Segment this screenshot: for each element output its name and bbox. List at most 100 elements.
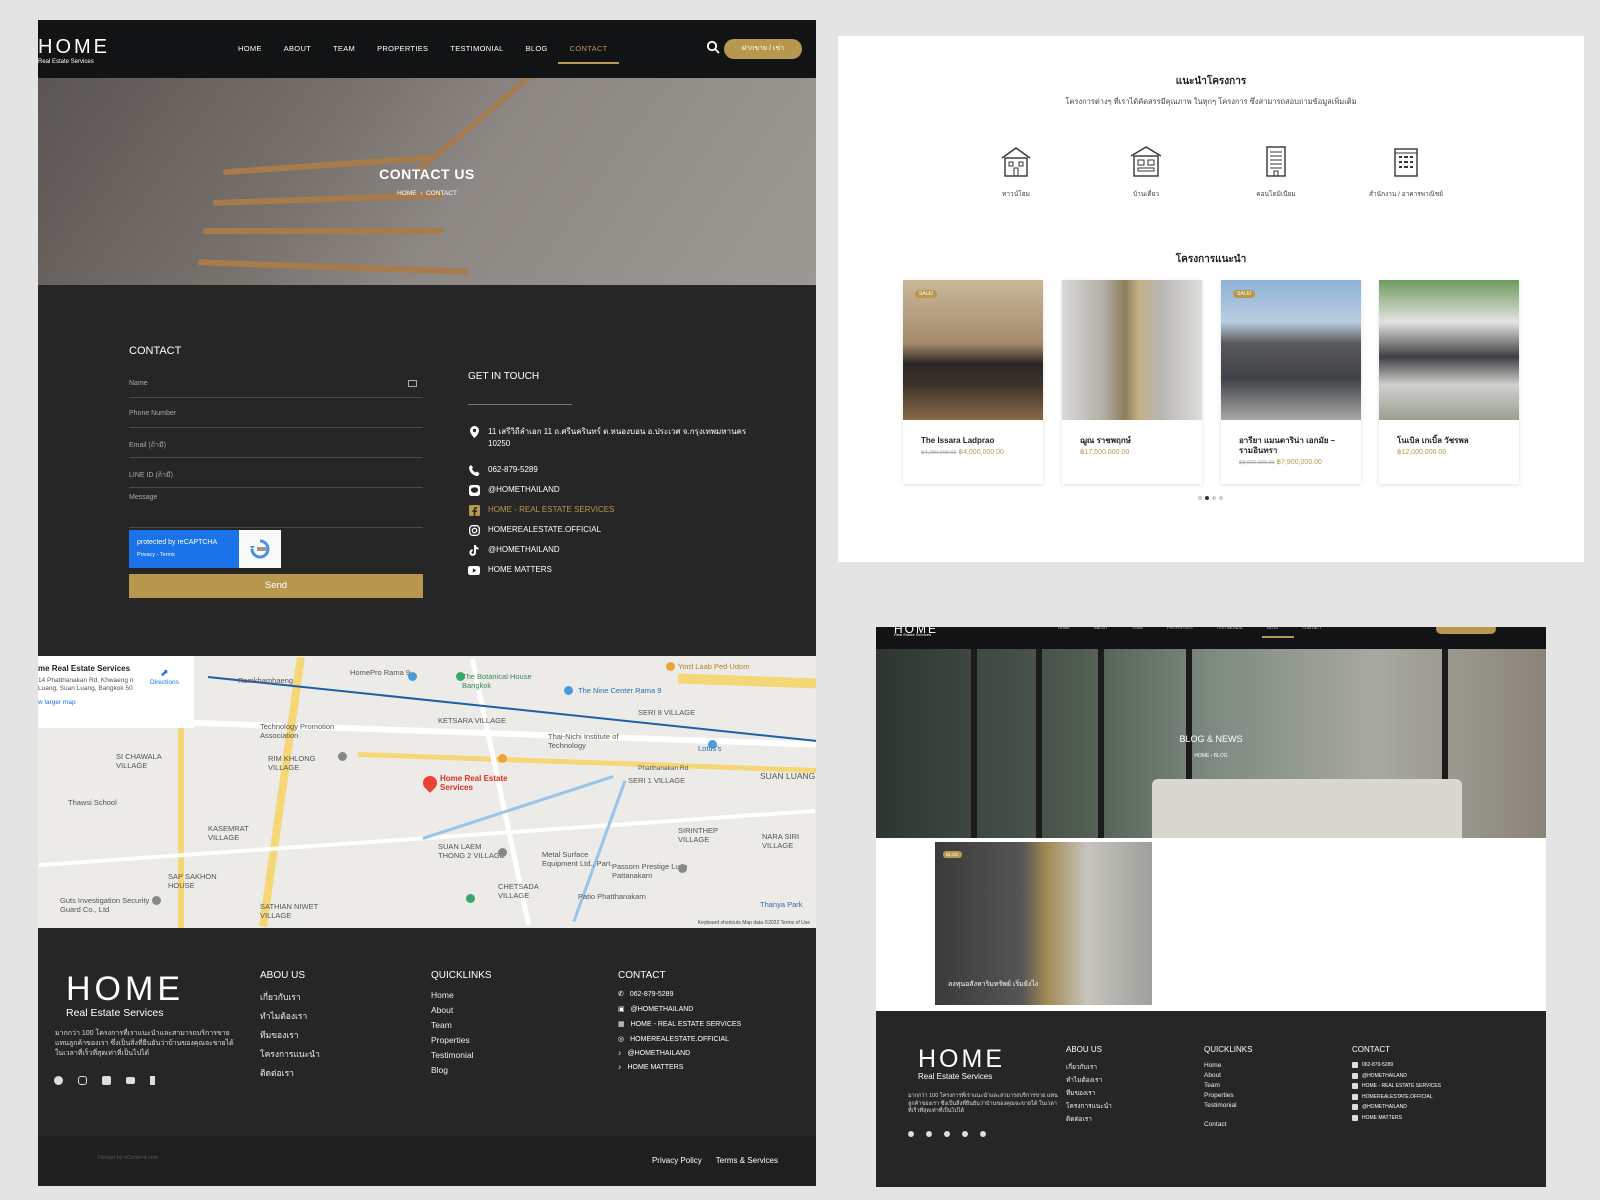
blog-tag: BLOG	[943, 851, 962, 858]
terms-link[interactable]: Terms & Services	[716, 1156, 778, 1165]
footer-description: มากกว่า 100 โครงการที่เราแนะนำและสามารถบ…	[908, 1093, 1058, 1114]
breadcrumb: HOME › CONTACT	[38, 190, 816, 197]
poi-marker[interactable]	[666, 662, 675, 671]
search-icon[interactable]	[706, 40, 720, 54]
design-credit[interactable]: Design by nContent.com	[98, 1155, 158, 1161]
recaptcha-badge[interactable]: protected by reCAPTCHA Privacy - Terms	[129, 530, 281, 568]
property-card[interactable]: SALE! อารียา แมนดาริน่า เอกมัย – รามอินท…	[1221, 280, 1361, 484]
footer-link[interactable]: About	[431, 1005, 492, 1015]
phone-item[interactable]: 062-879-5289	[468, 464, 768, 476]
footer-logo[interactable]: HOME Real Estate Services	[66, 970, 184, 1019]
handrail-decor	[415, 78, 541, 174]
footer-link[interactable]: ติดต่อเรา	[260, 1066, 320, 1080]
poi-marker[interactable]	[408, 672, 417, 681]
phone-icon	[1352, 1062, 1358, 1068]
footer-link[interactable]: Home	[431, 990, 492, 1000]
blog-post-card[interactable]: BLOG ลงทุนอสังหาริมทรัพย์ เริ่มยังไง	[935, 842, 1152, 1005]
footer-link[interactable]: Properties	[431, 1035, 492, 1045]
footer-link[interactable]: Team	[431, 1020, 492, 1030]
nav-contact[interactable]: CONTACT	[557, 20, 620, 78]
nav-blog[interactable]: BLOG	[526, 20, 548, 78]
youtube-icon[interactable]	[962, 1131, 968, 1137]
instagram-item[interactable]: HOMEREALESTATE.OFFICIAL	[468, 524, 768, 536]
breadcrumb-home[interactable]: HOME	[397, 190, 417, 197]
directions-link[interactable]: ⬈ Directions	[150, 668, 179, 686]
footer-contact-item[interactable]: ♪ HOME MATTERS	[618, 1064, 741, 1071]
privacy-policy-link[interactable]: Privacy Policy	[652, 1156, 702, 1165]
message-textarea[interactable]: Message	[129, 484, 423, 528]
carousel-dot[interactable]	[1219, 496, 1223, 500]
instagram-icon	[1352, 1093, 1358, 1100]
property-card[interactable]: SALE! The Issara Ladprao ฿4,200,000.00 ฿4…	[903, 280, 1043, 484]
carousel-dot[interactable]	[1212, 496, 1216, 500]
footer-link[interactable]: Testimonial	[431, 1050, 492, 1060]
category-office[interactable]: สำนักงาน / อาคารพาณิชย์	[1356, 144, 1456, 199]
footer-contact-item[interactable]: ▣ @HOMETHAILAND	[618, 1005, 741, 1014]
footer-link[interactable]: Blog	[431, 1065, 492, 1075]
nav-about[interactable]: ABOUT	[284, 20, 311, 78]
tiktok-item[interactable]: @HOMETHAILAND	[468, 544, 768, 556]
footer-contact-item[interactable]: ♪ @HOMETHAILAND	[618, 1050, 741, 1057]
property-card[interactable]: โนเบิล เกเบิ้ล วัชรพล ฿12,000,000.00	[1379, 280, 1519, 484]
nav-home[interactable]: HOME	[238, 20, 262, 78]
poi-marker[interactable]	[152, 896, 161, 905]
line-item[interactable]: @HOMETHAILAND	[468, 484, 768, 496]
instagram-icon[interactable]	[78, 1076, 87, 1085]
property-card[interactable]: ฌูณ ราชพฤกษ์ ฿17,500,000.00	[1062, 280, 1202, 484]
logo[interactable]: HOME Real Estate Services	[38, 36, 110, 65]
poi-marker[interactable]	[498, 848, 507, 857]
footer-link[interactable]: โครงการแนะนำ	[260, 1047, 320, 1061]
footer-link[interactable]: ทีมของเรา	[260, 1028, 320, 1042]
send-button[interactable]: Send	[129, 574, 423, 598]
facebook-icon[interactable]	[54, 1076, 63, 1085]
consign-button[interactable]: ฝากขาย / เช่า	[724, 39, 802, 59]
map-attribution[interactable]: Keyboard shortcuts Map data ©2022 Terms …	[698, 920, 810, 926]
poi-marker[interactable]	[498, 754, 507, 763]
poi-marker[interactable]	[338, 752, 347, 761]
instagram-icon[interactable]	[926, 1131, 932, 1137]
carousel-dot[interactable]	[1205, 496, 1209, 500]
poi-marker[interactable]	[456, 672, 465, 681]
phone-input[interactable]: Phone Number	[129, 400, 423, 428]
email-input[interactable]: Email (ถ้ามี)	[129, 430, 423, 458]
nav-properties[interactable]: PROPERTIES	[377, 20, 428, 78]
youtube-item[interactable]: HOME MATTERS	[468, 564, 768, 576]
poi-marker[interactable]	[466, 894, 475, 903]
poi-marker[interactable]	[708, 740, 717, 749]
poi-marker[interactable]	[564, 686, 573, 695]
footer-contact-item[interactable]: ▦ HOME - REAL ESTATE SERVICES	[618, 1020, 741, 1029]
footer-link[interactable]: เกี่ยวกับเรา	[260, 990, 320, 1004]
facebook-icon[interactable]	[908, 1131, 914, 1137]
carousel-dot[interactable]	[1198, 496, 1202, 500]
tiktok-icon[interactable]	[150, 1076, 155, 1085]
name-input[interactable]: Name	[129, 370, 423, 398]
category-townhome[interactable]: ทาวน์โฮม	[966, 144, 1066, 199]
youtube-icon[interactable]	[126, 1077, 135, 1084]
facebook-item[interactable]: HOME - REAL ESTATE SERVICES	[468, 504, 768, 516]
location-icon	[468, 426, 480, 438]
instagram-icon	[468, 524, 480, 536]
line-icon[interactable]	[102, 1076, 111, 1085]
footer-contact-item[interactable]: ◎ HOMEREALESTATE.OFFICIAL	[618, 1035, 741, 1044]
nav-team[interactable]: TEAM	[333, 20, 355, 78]
line-icon[interactable]	[944, 1131, 950, 1137]
nav-testimonial[interactable]: TESTIMONIAL	[450, 20, 503, 78]
footer-about-col: ABOU US เกี่ยวกับเรา ทำไมต้องเรา ทีมของเ…	[1066, 1045, 1112, 1123]
consign-button[interactable]	[1436, 627, 1496, 634]
house-icon	[1130, 146, 1162, 177]
tiktok-icon[interactable]	[980, 1131, 986, 1137]
category-condo[interactable]: คอนโดมิเนียม	[1226, 144, 1326, 199]
footer-quicklinks-col: QUICKLINKS Home About Team Properties Te…	[1204, 1045, 1253, 1128]
chevron-right-icon: ›	[418, 190, 426, 197]
contact-heading: CONTACT	[129, 345, 182, 357]
footer-logo[interactable]: HOME Real Estate Services	[918, 1045, 1005, 1081]
view-larger-map-link[interactable]: w larger map	[38, 699, 194, 706]
tiktok-icon: ♪	[618, 1050, 622, 1057]
poi-marker[interactable]	[678, 864, 687, 873]
map-pin-icon[interactable]	[420, 773, 440, 793]
footer-about-col: ABOU US เกี่ยวกับเรา ทำไมต้องเรา ทีมของเ…	[260, 970, 320, 1080]
footer-link[interactable]: ทำไมต้องเรา	[260, 1009, 320, 1023]
category-house[interactable]: บ้านเดี่ยว	[1096, 144, 1196, 199]
google-map[interactable]: Ramkhamhaeng HomePro Rama 9 The Botanica…	[38, 656, 816, 928]
footer-contact-item[interactable]: ✆ 062-879-5289	[618, 990, 741, 999]
